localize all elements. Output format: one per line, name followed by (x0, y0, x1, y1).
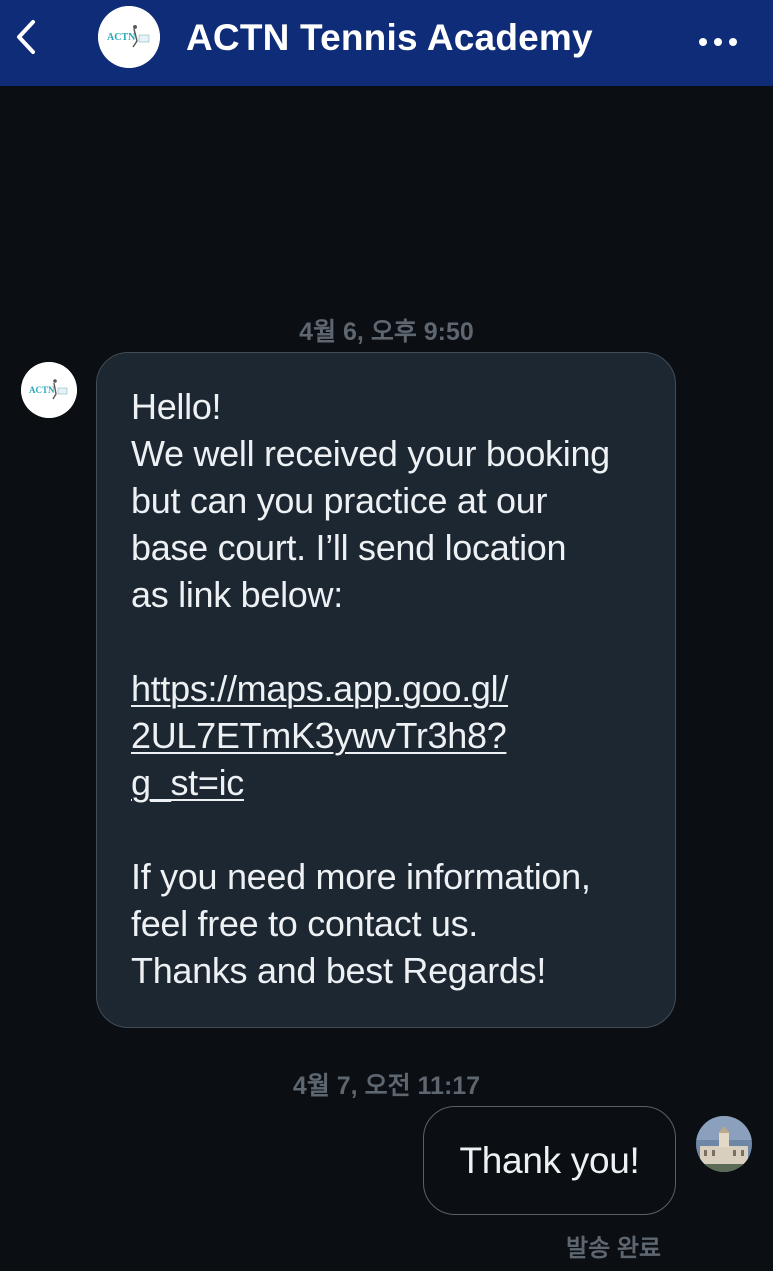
academy-logo: ACTN (98, 6, 160, 68)
message-text: Thank you! (459, 1139, 640, 1181)
message-timestamp: 4월 6, 오후 9:50 (299, 318, 474, 346)
user-avatar-photo (696, 1116, 752, 1172)
sender-avatar[interactable]: ACTN (21, 362, 77, 418)
message-line: as link below: (131, 574, 343, 615)
location-link[interactable]: https://maps.app.goo.gl/ (131, 665, 655, 712)
back-button[interactable] (8, 14, 44, 60)
chevron-left-icon (17, 20, 35, 54)
message-line: If you need more information, (131, 856, 591, 897)
location-link[interactable]: 2UL7ETmK3ywvTr3h8? (131, 712, 655, 759)
message-line: base court. I’ll send location (131, 527, 567, 568)
outgoing-message-bubble: Thank you! (423, 1106, 676, 1215)
delivery-status: 발송 완료 (566, 1235, 661, 1262)
incoming-message-bubble: Hello! We well received your booking but… (96, 352, 676, 1028)
chat-screen: ACTN ACTN Tennis Academy 4월 6, 오후 9:50 A… (0, 0, 773, 1271)
message-line: feel free to contact us. (131, 903, 478, 944)
message-timestamp: 4월 7, 오전 11:17 (292, 1072, 481, 1100)
message-line: but can you practice at our (131, 480, 548, 521)
chat-title: ACTN Tennis Academy (186, 17, 593, 58)
message-line: Thanks and best Regards! (131, 950, 547, 991)
location-link[interactable]: g_st=ic (131, 759, 655, 806)
message-line: Hello! (131, 386, 222, 427)
svg-text:ACTN: ACTN (107, 32, 136, 43)
message-line: We well received your booking (131, 433, 610, 474)
more-options-button[interactable] (692, 22, 744, 62)
academy-avatar[interactable]: ACTN (98, 6, 160, 68)
more-horizontal-icon (699, 38, 737, 46)
academy-logo: ACTN (21, 362, 77, 418)
svg-text:ACTN: ACTN (29, 385, 55, 395)
chat-header: ACTN ACTN Tennis Academy (0, 0, 773, 86)
user-avatar[interactable] (696, 1116, 752, 1172)
